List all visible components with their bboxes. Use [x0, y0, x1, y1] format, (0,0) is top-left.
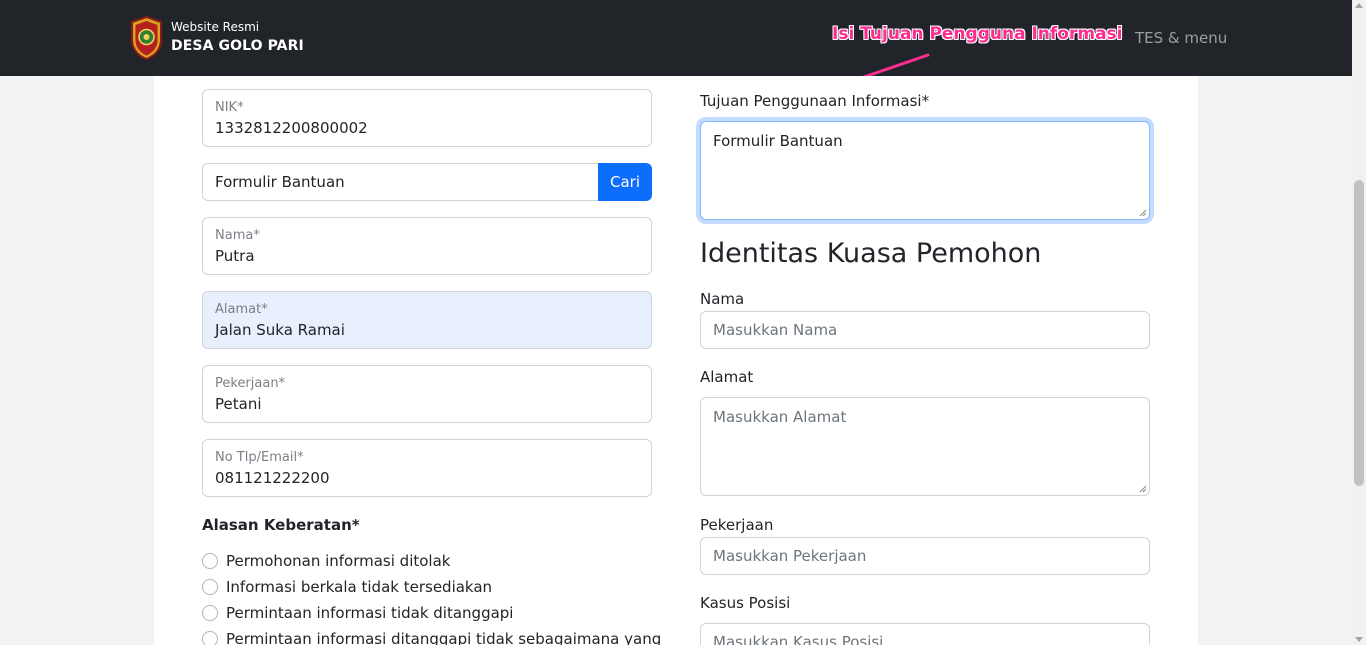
kuasa-section-title: Identitas Kuasa Pemohon: [700, 238, 1042, 269]
page-scrollbar[interactable]: [1352, 0, 1366, 645]
kontak-field[interactable]: No Tlp/Email* 081121222200: [202, 439, 652, 497]
radio-circle-icon[interactable]: [202, 553, 218, 569]
radio-circle-icon[interactable]: [202, 605, 218, 621]
search-group: Formulir Bantuan Cari: [202, 163, 652, 201]
radio-option-label: Permintaan informasi tidak ditanggapi: [226, 604, 514, 622]
kuasa-pekerjaan-placeholder: Masukkan Pekerjaan: [713, 547, 867, 565]
nik-label: NIK*: [215, 100, 244, 115]
scroll-thumb[interactable]: [1354, 180, 1364, 486]
radio-option[interactable]: Permintaan informasi tidak ditanggapi: [202, 600, 661, 626]
radio-option-label: Permohonan informasi ditolak: [226, 552, 451, 570]
search-input[interactable]: Formulir Bantuan: [202, 163, 598, 201]
alamat-value: Jalan Suka Ramai: [215, 321, 345, 339]
pekerjaan-value: Petani: [215, 395, 262, 413]
scroll-down-arrow-icon[interactable]: [1355, 637, 1363, 642]
radio-option[interactable]: Informasi berkala tidak tersediakan: [202, 574, 661, 600]
radio-option[interactable]: Permintaan informasi ditanggapi tidak se…: [202, 626, 661, 645]
alamat-field[interactable]: Alamat* Jalan Suka Ramai: [202, 291, 652, 349]
alasan-label: Alasan Keberatan*: [202, 516, 360, 534]
kuasa-alamat-textarea[interactable]: Masukkan Alamat: [700, 397, 1150, 496]
nik-value: 1332812200800002: [215, 119, 368, 137]
radio-option-label: Permintaan informasi ditanggapi tidak se…: [226, 630, 662, 645]
kuasa-alamat-placeholder: Masukkan Alamat: [713, 408, 847, 426]
tujuan-textarea[interactable]: Formulir Bantuan: [700, 121, 1150, 220]
nama-value: Putra: [215, 247, 255, 265]
kuasa-nama-input[interactable]: Masukkan Nama: [700, 311, 1150, 349]
cari-button[interactable]: Cari: [598, 163, 652, 201]
nama-field[interactable]: Nama* Putra: [202, 217, 652, 275]
radio-circle-icon[interactable]: [202, 579, 218, 595]
brand-link[interactable]: Website Resmi DESA GOLO PARI: [130, 16, 304, 60]
brand-subtitle: Website Resmi: [171, 20, 260, 34]
scroll-up-arrow-icon[interactable]: [1355, 3, 1363, 8]
kuasa-posisi-placeholder: Masukkan Kasus Posisi: [713, 633, 884, 645]
kontak-label: No Tlp/Email*: [215, 450, 304, 465]
tujuan-value: Formulir Bantuan: [713, 132, 843, 150]
annotation-label: Isi Tujuan Pengguna Informasi: [832, 24, 1123, 44]
resize-grip-icon[interactable]: [1139, 485, 1147, 493]
pekerjaan-field[interactable]: Pekerjaan* Petani: [202, 365, 652, 423]
alamat-label: Alamat*: [215, 302, 268, 317]
kuasa-nama-label: Nama: [700, 290, 745, 308]
radio-option[interactable]: Permohonan informasi ditolak: [202, 548, 661, 574]
pekerjaan-label: Pekerjaan*: [215, 376, 286, 391]
kuasa-pekerjaan-input[interactable]: Masukkan Pekerjaan: [700, 537, 1150, 575]
kontak-value: 081121222200: [215, 469, 330, 487]
brand-title: DESA GOLO PARI: [171, 38, 304, 54]
kuasa-pekerjaan-label: Pekerjaan: [700, 516, 774, 534]
kuasa-posisi-input[interactable]: Masukkan Kasus Posisi: [700, 623, 1150, 645]
kuasa-posisi-label: Kasus Posisi: [700, 594, 791, 612]
nik-field[interactable]: NIK* 1332812200800002: [202, 89, 652, 147]
nama-label: Nama*: [215, 228, 260, 243]
nav-menu-link[interactable]: TES & menu: [1135, 29, 1227, 47]
tujuan-label: Tujuan Penggunaan Informasi*: [700, 92, 930, 110]
navbar: Website Resmi DESA GOLO PARI TES & menu: [0, 0, 1352, 76]
alasan-radio-group: Permohonan informasi ditolak Informasi b…: [202, 548, 661, 645]
village-logo-icon: [131, 16, 162, 60]
radio-option-label: Informasi berkala tidak tersediakan: [226, 578, 493, 596]
kuasa-alamat-label: Alamat: [700, 368, 754, 386]
resize-grip-icon[interactable]: [1139, 209, 1147, 217]
radio-circle-icon[interactable]: [202, 631, 218, 645]
kuasa-nama-placeholder: Masukkan Nama: [713, 321, 838, 339]
